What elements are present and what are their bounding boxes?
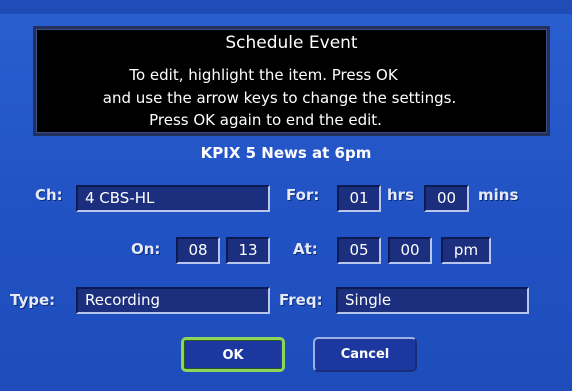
frequency-label: Freq: xyxy=(279,291,323,309)
channel-field[interactable]: 4 CBS-HL xyxy=(76,185,270,212)
schedule-event-screen: Schedule Event To edit, highlight the it… xyxy=(0,0,572,391)
time-ampm-field[interactable]: pm xyxy=(441,237,491,264)
date-day-field[interactable]: 13 xyxy=(226,237,270,264)
time-minute-field[interactable]: 00 xyxy=(388,237,432,264)
date-label: On: xyxy=(131,240,161,258)
instruction-line-2: and use the arrow keys to change the set… xyxy=(102,89,457,107)
top-band xyxy=(0,0,572,14)
type-field[interactable]: Recording xyxy=(76,287,270,314)
time-label: At: xyxy=(293,240,318,258)
duration-label: For: xyxy=(286,186,320,204)
instruction-line-1: To edit, highlight the item. Press OK xyxy=(129,66,398,84)
channel-label: Ch: xyxy=(35,186,63,204)
duration-minutes-field[interactable]: 00 xyxy=(424,185,469,212)
instruction-line-3: Press OK again to end the edit. xyxy=(149,111,382,129)
event-name: KPIX 5 News at 6pm xyxy=(200,144,372,162)
instructions-panel: Schedule Event To edit, highlight the it… xyxy=(33,26,550,136)
minutes-label: mins xyxy=(478,186,519,204)
hours-label: hrs xyxy=(387,186,415,204)
date-month-field[interactable]: 08 xyxy=(176,237,220,264)
ok-button[interactable]: OK xyxy=(181,337,285,372)
duration-hours-field[interactable]: 01 xyxy=(337,185,381,212)
time-hour-field[interactable]: 05 xyxy=(337,237,381,264)
type-label: Type: xyxy=(10,291,56,309)
dialog-title: Schedule Event xyxy=(225,33,358,53)
frequency-field[interactable]: Single xyxy=(336,287,529,314)
cancel-button[interactable]: Cancel xyxy=(313,337,417,372)
